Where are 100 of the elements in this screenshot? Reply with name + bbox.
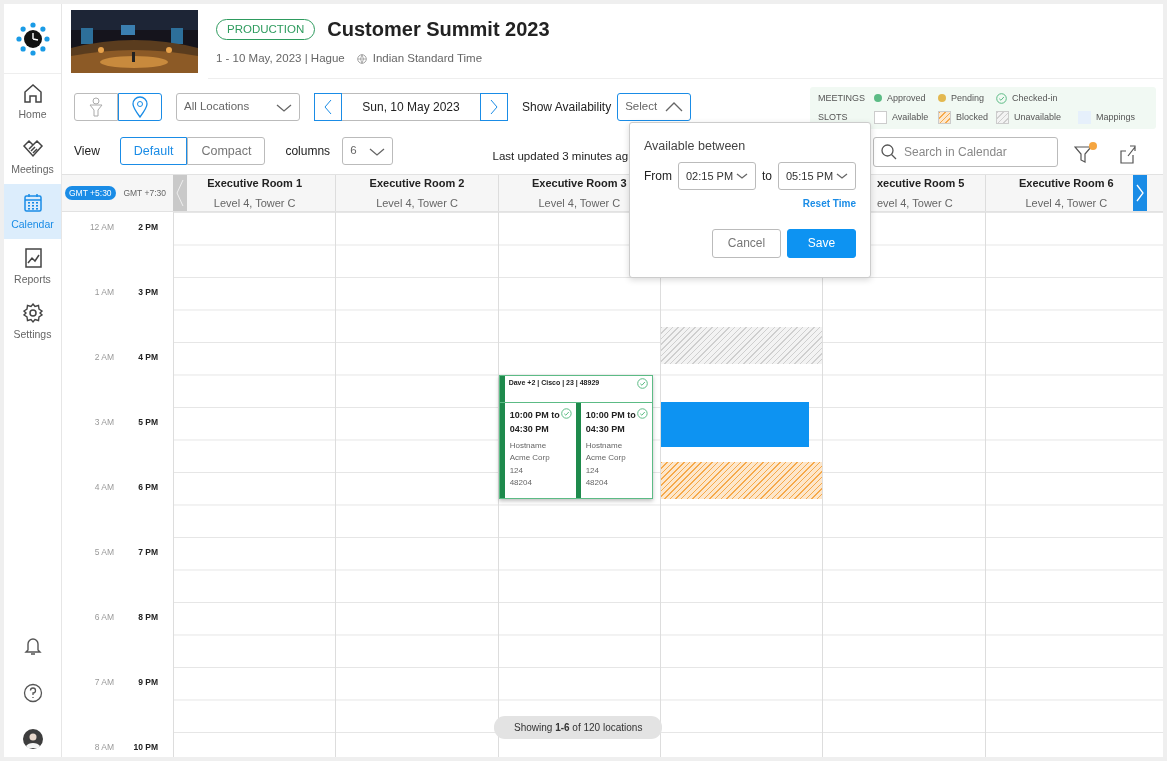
- logo-icon: [15, 21, 50, 56]
- timezone-tab[interactable]: GMT +7:30: [119, 185, 170, 201]
- filter-icon[interactable]: [1074, 142, 1098, 164]
- hour-label: 7 PM: [137, 546, 158, 559]
- legend-label: Mappings: [1096, 111, 1136, 124]
- person-icon: [89, 97, 103, 117]
- hour-label: 12 AM: [88, 221, 114, 234]
- hour-label: 5 AM: [93, 546, 114, 559]
- to-label: to: [762, 167, 772, 185]
- slot-swatch: [874, 111, 887, 125]
- meeting-time: 10:00 PM to 04:30 PM: [585, 409, 637, 437]
- chevron-right-icon: [1136, 183, 1144, 203]
- chevron-down-icon: [736, 171, 748, 181]
- hour-label: 6 PM: [137, 481, 158, 494]
- columns-select[interactable]: 6: [342, 137, 393, 165]
- room-location: Level 4, Tower C: [213, 195, 296, 211]
- legend-label: Available: [892, 111, 929, 124]
- legend-label: Approved: [887, 91, 926, 105]
- meeting-detail: Hostname: [509, 439, 548, 452]
- location-pin-icon: [132, 96, 148, 118]
- from-label: From: [644, 167, 672, 185]
- chevron-down-icon: [836, 171, 848, 181]
- view-mode-tab[interactable]: Compact: [187, 137, 266, 165]
- save-button[interactable]: Save: [787, 228, 856, 258]
- room-name: Executive Room 6: [1018, 176, 1114, 191]
- location-select[interactable]: All Locations: [176, 93, 300, 121]
- room-name: Executive Room 2: [369, 176, 465, 191]
- room-location: Level 4, Tower C: [1025, 195, 1108, 211]
- hour-label: 8 PM: [137, 611, 158, 624]
- nav-item[interactable]: Home: [4, 74, 61, 129]
- calendar-icon: [21, 192, 44, 215]
- meeting-detail: 48204: [509, 477, 533, 490]
- room-location: Level 4, Tower C: [538, 195, 621, 211]
- last-updated-text: Last updated 3 minutes ag: [492, 149, 629, 165]
- nav-item[interactable]: Settings: [4, 294, 61, 349]
- room-name: Executive Room 1: [207, 176, 303, 191]
- search-field[interactable]: Search in Calendar: [873, 137, 1058, 167]
- hour-label: 4 PM: [137, 351, 158, 364]
- bell-icon[interactable]: [22, 635, 43, 657]
- availability-label: Show Availability: [522, 99, 612, 116]
- meeting-detail: Hostname: [585, 439, 624, 452]
- nav-item[interactable]: Reports: [4, 239, 61, 294]
- meeting-detail: 124: [509, 464, 524, 477]
- person-toggle[interactable]: [74, 93, 118, 121]
- timezone-label: Indian Standard Time: [372, 51, 483, 67]
- legend-heading: MEETINGS: [818, 91, 866, 105]
- next-day-button[interactable]: [480, 93, 508, 121]
- view-label: View: [74, 143, 100, 160]
- hour-label: 2 AM: [93, 351, 114, 364]
- hour-label: 6 AM: [93, 611, 114, 624]
- hour-label: 3 PM: [137, 286, 158, 299]
- legend-label: Blocked: [956, 111, 989, 124]
- help-icon[interactable]: [22, 683, 43, 703]
- date-label: Sun, 10 May 2023: [342, 93, 480, 121]
- globe-icon: [356, 54, 367, 64]
- slot-swatch: [996, 111, 1009, 125]
- hour-label: 1 AM: [93, 286, 114, 299]
- reset-time-link[interactable]: Reset Time: [802, 195, 856, 211]
- handshake-icon: [21, 137, 44, 160]
- location-toggle[interactable]: [118, 93, 162, 121]
- room-name: Executive Room 3: [531, 176, 627, 191]
- hour-label: 2 PM: [137, 221, 158, 234]
- hour-label: 3 AM: [93, 416, 114, 429]
- cancel-button[interactable]: Cancel: [712, 228, 781, 258]
- hour-label: 10 PM: [132, 741, 158, 754]
- chevron-up-icon: [665, 101, 684, 113]
- timezone-tab[interactable]: GMT +5:30: [65, 185, 116, 201]
- availability-select[interactable]: Select: [617, 93, 692, 121]
- from-time-select[interactable]: 02:15 PM: [678, 161, 756, 190]
- chevron-left-icon: [176, 178, 184, 208]
- view-mode-tab[interactable]: Default: [119, 137, 188, 165]
- avatar-icon[interactable]: [22, 729, 43, 749]
- share-icon[interactable]: [1120, 144, 1136, 164]
- legend-heading: SLOTS: [818, 111, 849, 124]
- event-title: Customer Summit 2023: [327, 17, 550, 43]
- previous-day-button[interactable]: [314, 93, 342, 121]
- meeting-detail: 48204: [585, 477, 609, 490]
- room-location: Level 4, Tower C: [376, 195, 458, 211]
- slot-swatch: [938, 111, 951, 125]
- meeting-detail: Acme Corp: [585, 452, 627, 465]
- to-time-select[interactable]: 05:15 PM: [778, 161, 856, 190]
- hour-label: 9 PM: [137, 676, 158, 689]
- meeting-time: 10:00 PM to 04:30 PM: [509, 409, 561, 437]
- hour-label: 8 AM: [93, 741, 114, 754]
- room-name: xecutive Room 5: [877, 176, 965, 191]
- check-circle-icon: [996, 92, 1007, 104]
- room-location: evel 4, Tower C: [877, 195, 953, 211]
- nav-item[interactable]: Meetings: [4, 129, 61, 184]
- hour-label: 5 PM: [137, 416, 158, 429]
- hour-label: 7 AM: [93, 676, 114, 689]
- columns-label: columns: [285, 143, 331, 160]
- home-icon: [21, 82, 44, 105]
- legend-label: Checked-in: [1012, 91, 1058, 105]
- legend-label: Unavailable: [1014, 111, 1062, 124]
- popover-title: Available between: [644, 138, 747, 155]
- meeting-detail: 124: [585, 464, 600, 477]
- scroll-right-button[interactable]: [1133, 175, 1147, 211]
- event-subtitle: 1 - 10 May, 2023 | Hague: [216, 51, 345, 67]
- legend-label: Pending: [951, 91, 985, 105]
- pagination-status: Showing 1-6 of 120 locations: [494, 716, 663, 739]
